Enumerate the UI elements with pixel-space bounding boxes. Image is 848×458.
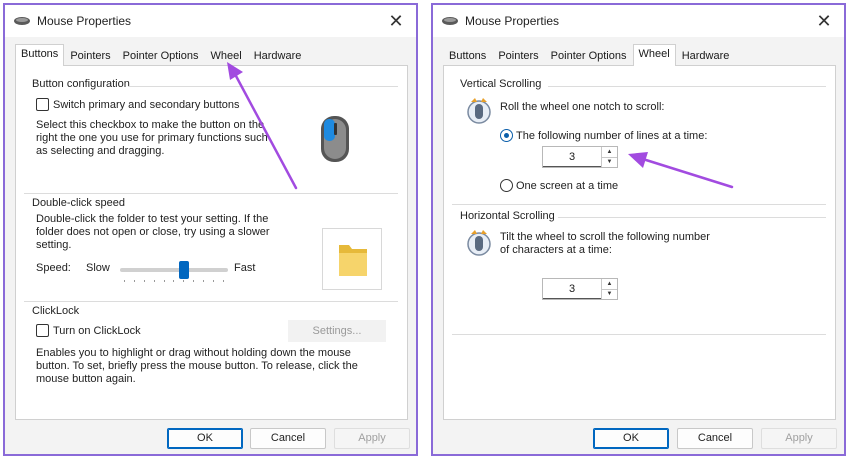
lines-at-a-time-label: The following number of lines at a time: — [516, 130, 708, 142]
slider-track — [120, 268, 228, 272]
description-line: of characters at a time: — [500, 244, 612, 256]
slider-thumb[interactable] — [179, 261, 189, 279]
section-divider — [24, 193, 398, 194]
section-divider — [558, 217, 826, 218]
scroll-wheel-icon — [464, 228, 494, 258]
tab-buttons[interactable]: Buttons — [15, 44, 65, 66]
folder-icon — [339, 245, 367, 276]
tab-buttons[interactable]: Buttons — [443, 46, 492, 66]
button-configuration-title: Button configuration — [32, 78, 130, 90]
title-bar: Mouse Properties ✕ — [433, 5, 844, 37]
window-title: Mouse Properties — [37, 14, 132, 28]
cancel-button[interactable]: Cancel — [250, 428, 326, 449]
spin-up-icon[interactable]: ▲ — [602, 147, 617, 157]
description-line: Enables you to highlight or drag without… — [36, 347, 351, 359]
horizontal-description: Tilt the wheel to scroll the following n… — [500, 231, 800, 257]
scroll-wheel-icon — [464, 96, 494, 126]
ok-button[interactable]: OK — [167, 428, 243, 449]
mouse-properties-window-wheel: Mouse Properties ✕ Buttons Pointers Poin… — [431, 3, 846, 456]
lines-spinner[interactable]: 3 ▲ ▼ — [542, 146, 618, 168]
tab-pointers[interactable]: Pointers — [492, 46, 544, 66]
clicklock-description: Enables you to highlight or drag without… — [36, 347, 396, 386]
description-line: as selecting and dragging. — [36, 145, 165, 157]
close-button[interactable]: ✕ — [376, 5, 416, 37]
characters-spinner[interactable]: 3 ▲ ▼ — [542, 278, 618, 300]
description-line: Double-click the folder to test your set… — [36, 213, 269, 225]
switch-buttons-checkbox[interactable] — [36, 98, 49, 111]
description-line: right the one you use for primary functi… — [36, 132, 268, 144]
description-line: folder does not open or close, try using… — [36, 226, 270, 238]
tab-hardware[interactable]: Hardware — [676, 46, 736, 66]
wheel-tab-panel: Vertical Scrolling Roll the wheel one no… — [443, 65, 836, 420]
clicklock-settings-button[interactable]: Settings... — [288, 320, 386, 342]
tab-wheel[interactable]: Wheel — [632, 44, 676, 66]
description-line: Select this checkbox to make the button … — [36, 119, 265, 131]
description-line: setting. — [36, 239, 72, 251]
spinner-arrows: ▲ ▼ — [601, 279, 617, 299]
tab-pointer-options[interactable]: Pointer Options — [117, 46, 205, 66]
tab-pointer-options[interactable]: Pointer Options — [545, 46, 633, 66]
double-click-description: Double-click the folder to test your set… — [36, 213, 306, 252]
cancel-button[interactable]: Cancel — [677, 428, 753, 449]
apply-button[interactable]: Apply — [761, 428, 837, 449]
close-icon: ✕ — [388, 10, 404, 31]
tab-strip: Buttons Pointers Pointer Options Wheel H… — [443, 44, 735, 66]
title-bar: Mouse Properties ✕ — [5, 5, 416, 37]
radio-indicator — [500, 129, 513, 142]
characters-value[interactable]: 3 — [543, 279, 601, 299]
double-click-speed-slider[interactable] — [120, 260, 228, 286]
apply-button[interactable]: Apply — [334, 428, 410, 449]
vertical-scrolling-title: Vertical Scrolling — [460, 78, 542, 90]
one-screen-radio[interactable] — [500, 179, 513, 192]
description-line: Tilt the wheel to scroll the following n… — [500, 231, 710, 243]
tab-hardware[interactable]: Hardware — [248, 46, 308, 66]
clicklock-title: ClickLock — [32, 305, 80, 317]
fast-label: Fast — [234, 262, 256, 274]
section-divider — [452, 204, 826, 205]
switch-buttons-label: Switch primary and secondary buttons — [53, 99, 240, 111]
mouse-properties-window-buttons: Mouse Properties ✕ Buttons Pointers Poin… — [3, 3, 418, 456]
close-icon: ✕ — [816, 10, 832, 31]
speed-label: Speed: — [36, 262, 71, 274]
slow-label: Slow — [86, 262, 110, 274]
mouse-illustration-icon — [321, 116, 349, 162]
section-divider — [24, 301, 398, 302]
spinner-arrows: ▲ ▼ — [601, 147, 617, 167]
spin-up-icon[interactable]: ▲ — [602, 279, 617, 289]
double-click-speed-title: Double-click speed — [32, 197, 125, 209]
mouse-icon — [13, 16, 31, 26]
lines-at-a-time-radio[interactable] — [500, 129, 513, 142]
tab-wheel[interactable]: Wheel — [205, 46, 248, 66]
clicklock-checkbox[interactable] — [36, 324, 49, 337]
description-line: mouse button again. — [36, 373, 136, 385]
section-divider — [128, 86, 398, 87]
ok-button[interactable]: OK — [593, 428, 669, 449]
description-line: button. To set, briefly press the mouse … — [36, 360, 358, 372]
vertical-intro-text: Roll the wheel one notch to scroll: — [500, 101, 665, 113]
horizontal-scrolling-title: Horizontal Scrolling — [460, 210, 555, 222]
spin-down-icon[interactable]: ▼ — [602, 156, 617, 168]
clicklock-label: Turn on ClickLock — [53, 325, 141, 337]
lines-value[interactable]: 3 — [543, 147, 601, 167]
buttons-tab-panel: Button configuration Switch primary and … — [15, 65, 408, 420]
section-divider — [452, 334, 826, 335]
button-config-description: Select this checkbox to make the button … — [36, 119, 296, 158]
window-title: Mouse Properties — [465, 14, 560, 28]
one-screen-label: One screen at a time — [516, 180, 619, 192]
spin-down-icon[interactable]: ▼ — [602, 288, 617, 300]
slider-ticks — [124, 280, 224, 282]
test-folder[interactable] — [322, 228, 382, 290]
tab-strip: Buttons Pointers Pointer Options Wheel H… — [15, 44, 307, 66]
section-divider — [548, 86, 826, 87]
mouse-icon — [441, 16, 459, 26]
tab-pointers[interactable]: Pointers — [64, 46, 116, 66]
mouse-preview — [284, 90, 384, 190]
radio-indicator — [500, 179, 513, 192]
close-button[interactable]: ✕ — [804, 5, 844, 37]
